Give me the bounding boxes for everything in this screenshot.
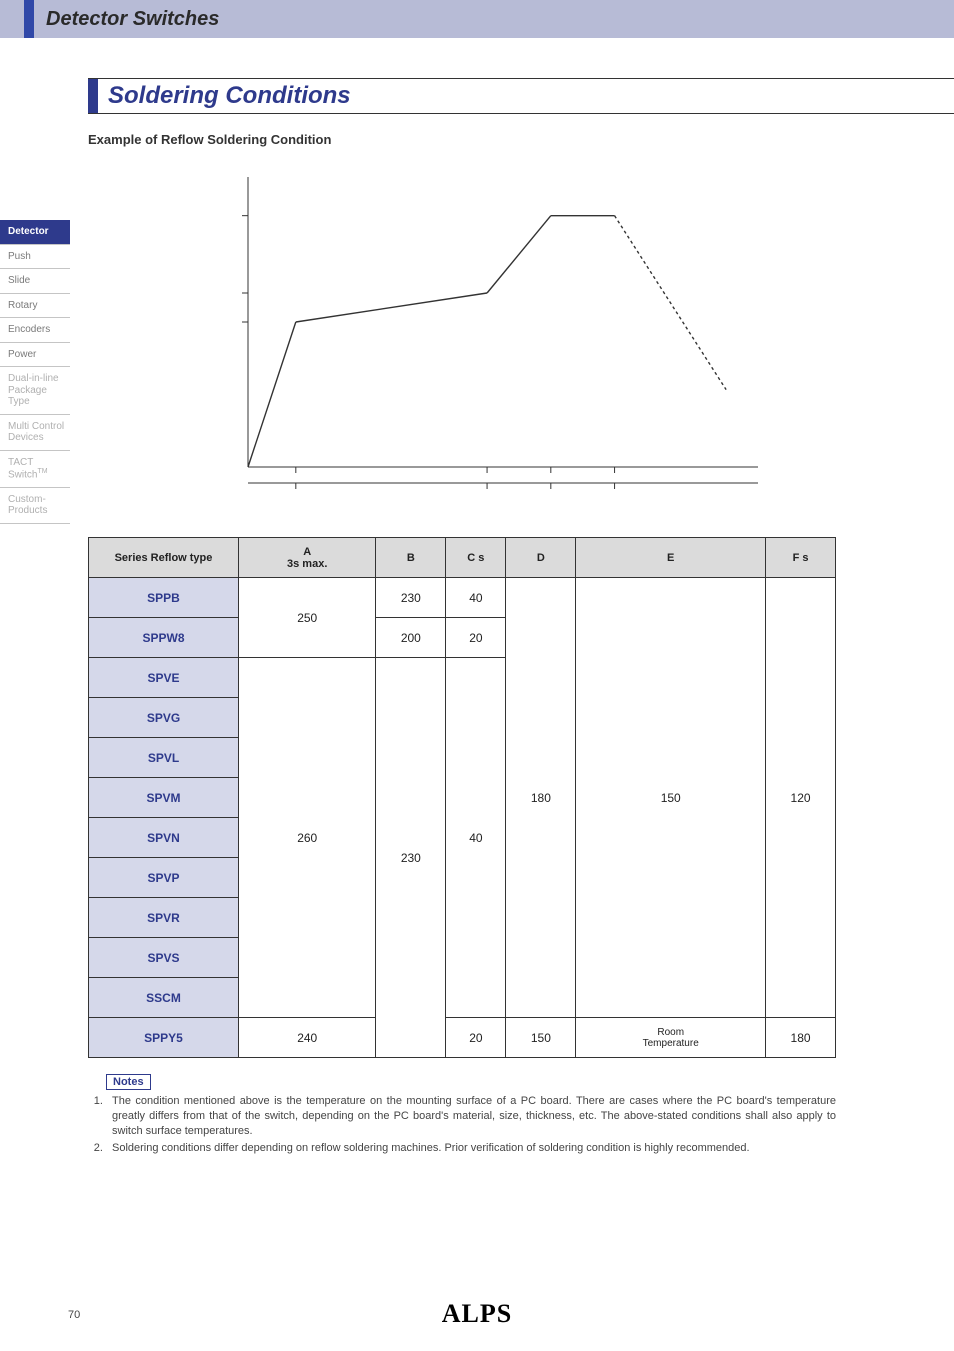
sidebar-item[interactable]: Slide (0, 269, 70, 294)
table-cell: RoomTemperature (576, 1018, 766, 1058)
section-accent (88, 79, 98, 113)
table-header: D (506, 538, 576, 578)
sidebar-item[interactable]: Rotary (0, 294, 70, 319)
notes-label: Notes (106, 1074, 151, 1090)
series-cell: SPVP (89, 858, 239, 898)
series-cell: SPVN (89, 818, 239, 858)
series-cell: SPVE (89, 658, 239, 698)
page-number: 70 (68, 1309, 80, 1321)
brand-logo: ALPS (442, 1299, 512, 1329)
series-cell: SPVR (89, 898, 239, 938)
table-cell: 200 (376, 618, 446, 658)
table-cell: 120 (766, 578, 836, 1018)
table-cell: 150 (576, 578, 766, 1018)
table-header: C s (446, 538, 506, 578)
series-cell: SPVG (89, 698, 239, 738)
reflow-conditions-table: Series Reflow typeA3s max.BC sDEF s SPPB… (88, 537, 836, 1058)
table-cell: 20 (446, 618, 506, 658)
series-cell: SPPB (89, 578, 239, 618)
series-cell: SPPW8 (89, 618, 239, 658)
table-cell: 180 (506, 578, 576, 1018)
table-cell: 260 (239, 658, 376, 1018)
table-cell: 230 (376, 578, 446, 618)
table-cell: 150 (506, 1018, 576, 1058)
page-header: Detector Switches (0, 0, 954, 38)
table-cell: 230 (376, 658, 446, 1058)
table-header: B (376, 538, 446, 578)
sidebar-item[interactable]: TACT SwitchTM (0, 451, 70, 488)
table-cell: 250 (239, 578, 376, 658)
table-cell: 40 (446, 578, 506, 618)
sidebar-item[interactable]: Custom-Products (0, 488, 70, 524)
table-cell: 40 (446, 658, 506, 1018)
table-header: Series Reflow type (89, 538, 239, 578)
header-accent (24, 0, 34, 38)
table-cell: 180 (766, 1018, 836, 1058)
series-cell: SPVM (89, 778, 239, 818)
table-cell: 20 (446, 1018, 506, 1058)
note-item: The condition mentioned above is the tem… (106, 1094, 836, 1139)
sidebar-item[interactable]: Multi Control Devices (0, 415, 70, 451)
table-cell: 240 (239, 1018, 376, 1058)
series-cell: SPPY5 (89, 1018, 239, 1058)
table-header: E (576, 538, 766, 578)
reflow-profile-chart (218, 167, 778, 497)
series-cell: SPVL (89, 738, 239, 778)
section-title: Soldering Conditions (108, 82, 351, 110)
note-item: Soldering conditions differ depending on… (106, 1141, 836, 1156)
section-header: Soldering Conditions (88, 78, 954, 113)
sidebar-item[interactable]: Push (0, 245, 70, 270)
section-underline (88, 113, 954, 114)
sidebar-item[interactable]: Power (0, 343, 70, 368)
sidebar-item[interactable]: Dual-in-line Package Type (0, 367, 70, 415)
header-title: Detector Switches (46, 8, 219, 31)
table-header: F s (766, 538, 836, 578)
table-header: A3s max. (239, 538, 376, 578)
sidebar-item[interactable]: Encoders (0, 318, 70, 343)
section-subtitle: Example of Reflow Soldering Condition (88, 132, 954, 147)
category-sidebar: DetectorPushSlideRotaryEncodersPowerDual… (0, 220, 70, 524)
series-cell: SSCM (89, 978, 239, 1018)
notes-list: The condition mentioned above is the tem… (88, 1094, 836, 1155)
sidebar-item[interactable]: Detector (0, 220, 70, 245)
series-cell: SPVS (89, 938, 239, 978)
notes-block: Notes The condition mentioned above is t… (88, 1072, 836, 1155)
